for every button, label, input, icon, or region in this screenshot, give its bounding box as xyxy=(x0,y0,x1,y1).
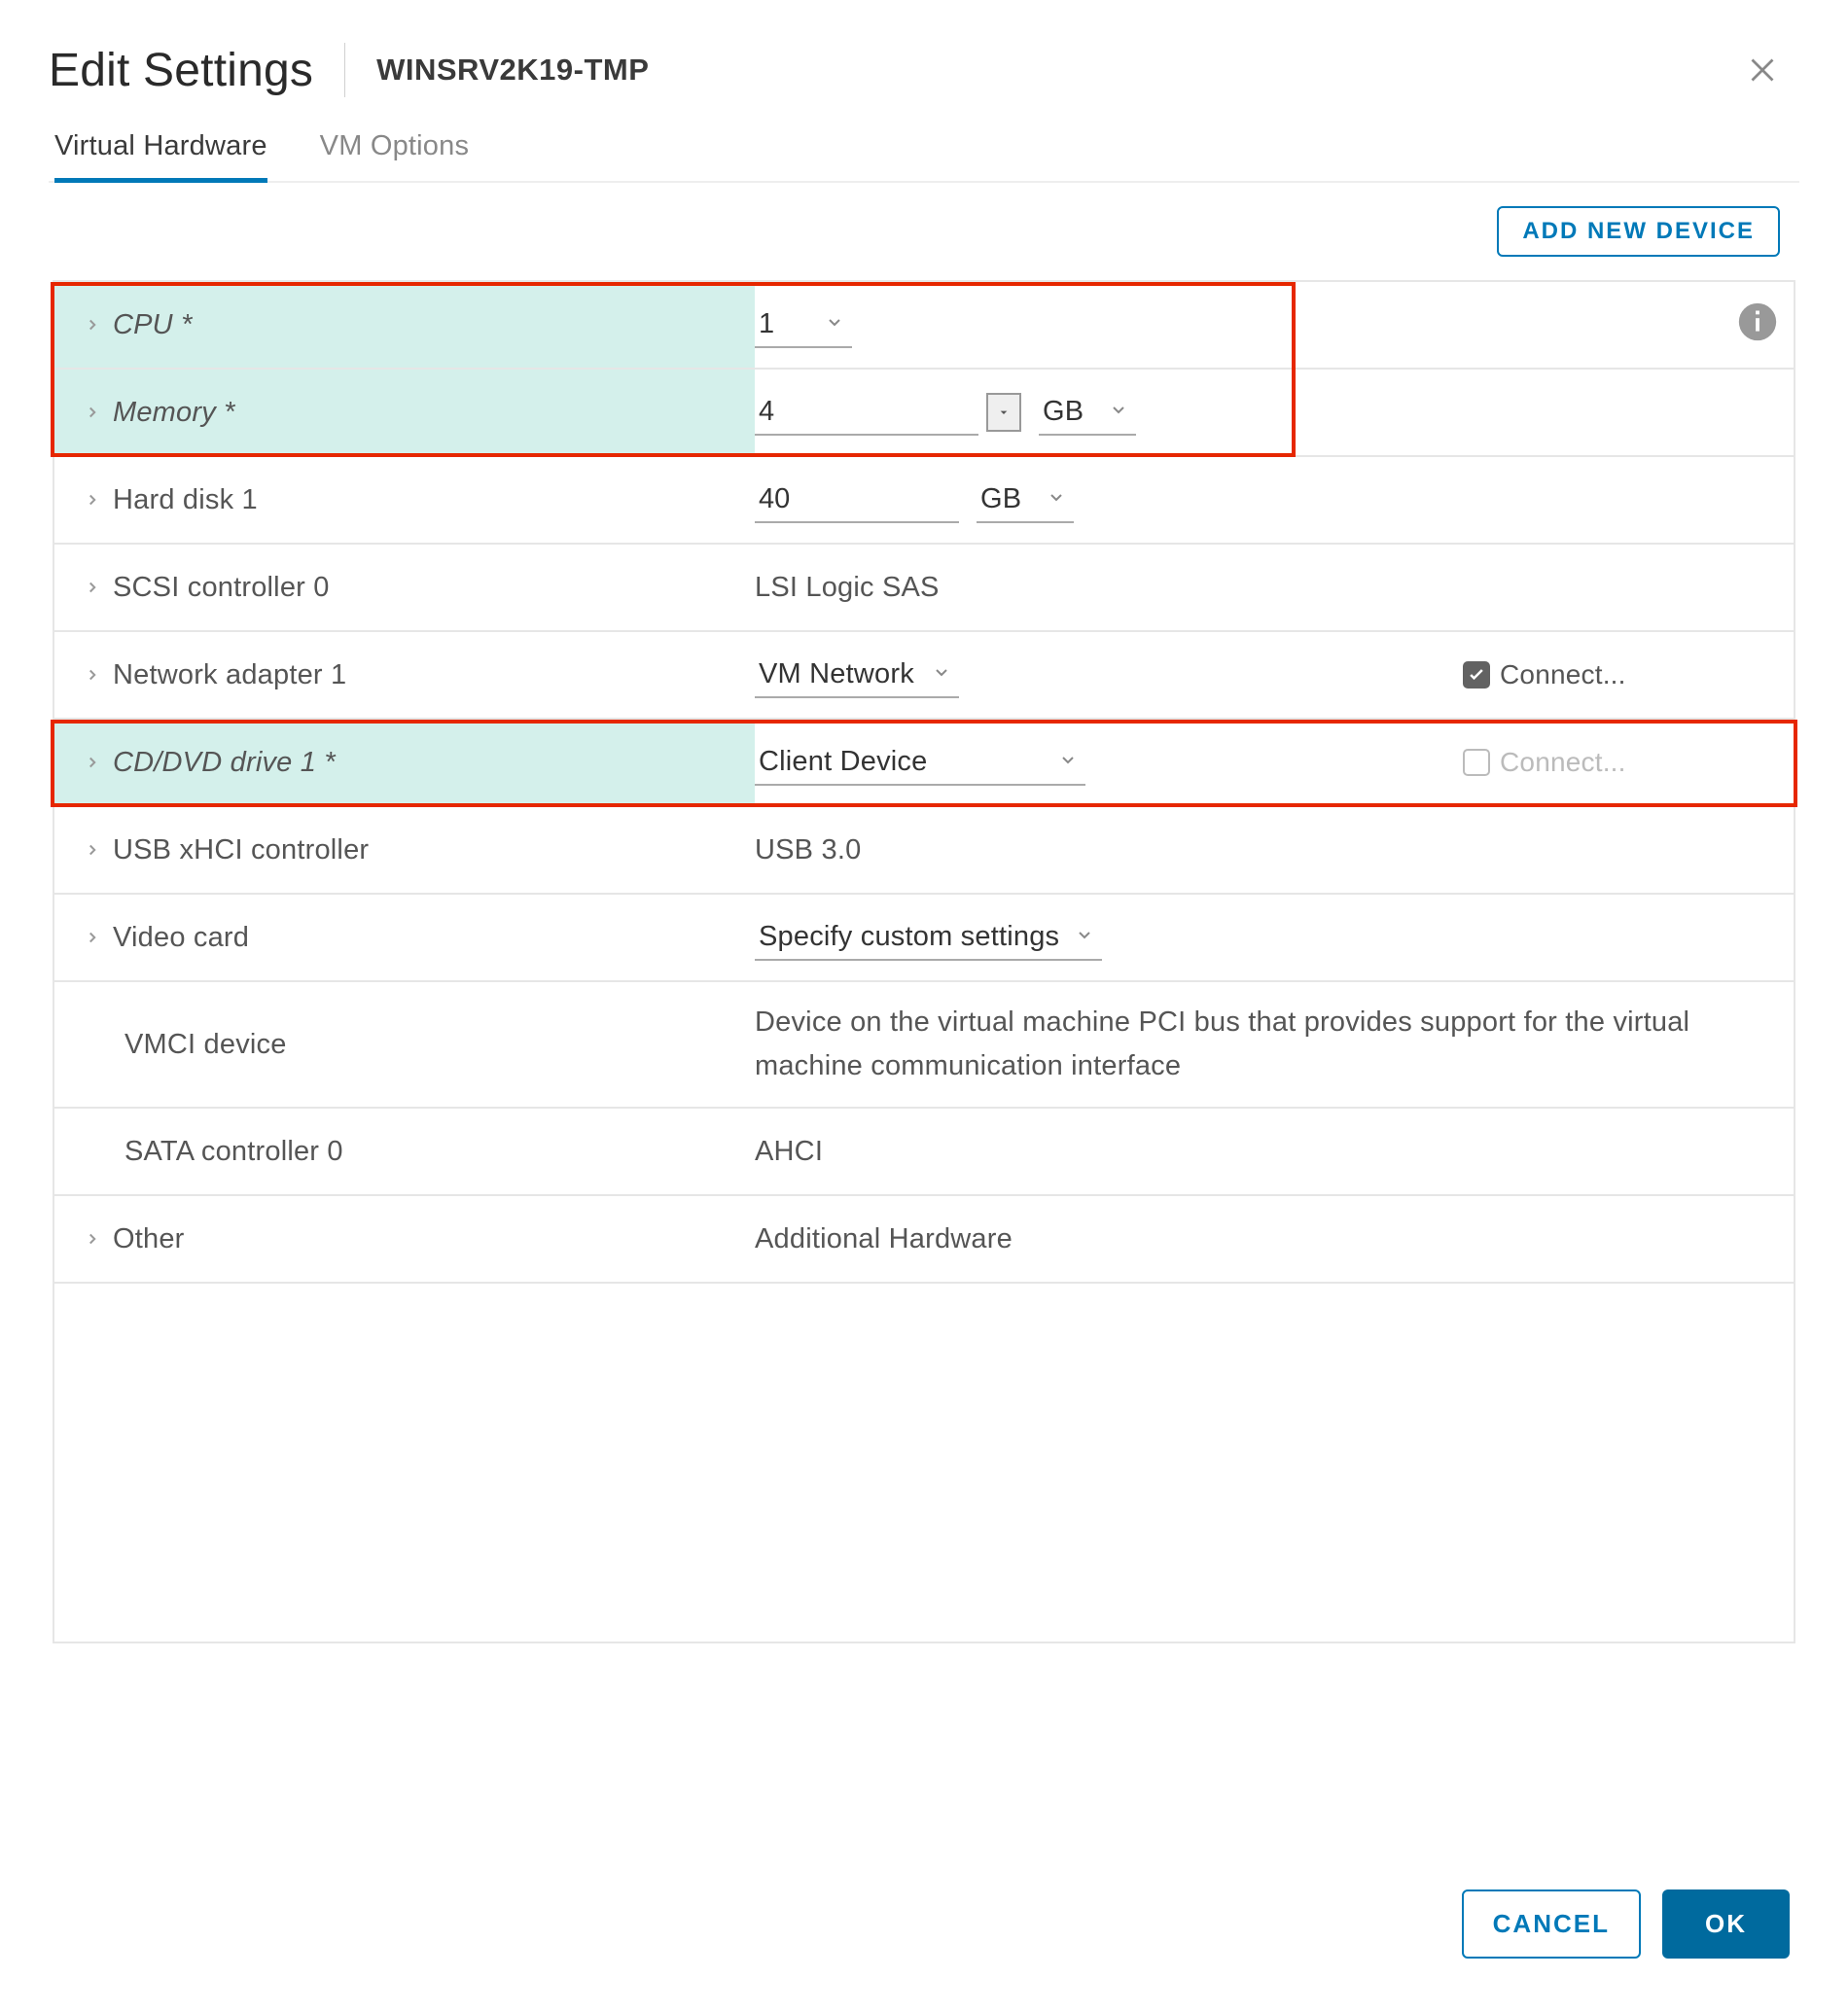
footer: CANCEL OK xyxy=(49,1889,1799,2013)
add-new-device-button[interactable]: ADD NEW DEVICE xyxy=(1497,206,1780,257)
chevron-right-icon[interactable] xyxy=(82,577,103,598)
chevron-right-icon[interactable] xyxy=(82,664,103,686)
cddvd1-select[interactable]: Client Device xyxy=(755,740,1085,786)
hdd1-unit: GB xyxy=(980,483,1021,514)
chevron-down-icon xyxy=(932,658,951,690)
chevron-right-icon[interactable] xyxy=(82,752,103,773)
net1-value: VM Network xyxy=(759,658,914,689)
net1-connect-checkbox[interactable] xyxy=(1463,661,1490,689)
ok-button[interactable]: OK xyxy=(1662,1889,1790,1959)
row-cddvd1: CD/DVD drive 1 * Client Device Connect..… xyxy=(54,720,1794,807)
video-value: Specify custom settings xyxy=(759,921,1059,952)
usb-value: USB 3.0 xyxy=(755,834,861,866)
cpu-select[interactable]: 1 xyxy=(755,302,852,348)
memory-input[interactable] xyxy=(755,390,978,436)
empty-area xyxy=(53,1284,1795,1643)
memory-unit-select[interactable]: GB xyxy=(1039,390,1136,436)
hdd1-size-input[interactable] xyxy=(755,477,959,523)
highlight-cpu-memory: CPU * 1 xyxy=(54,282,1794,457)
row-memory: Memory * GB xyxy=(54,370,1794,457)
vmci-value: Device on the virtual machine PCI bus th… xyxy=(755,1001,1794,1088)
vmci-label: VMCI device xyxy=(124,1029,287,1061)
chevron-right-icon[interactable] xyxy=(82,839,103,861)
row-vmci: VMCI device Device on the virtual machin… xyxy=(54,982,1794,1109)
row-video: Video card Specify custom settings xyxy=(54,895,1794,982)
chevron-down-icon xyxy=(1047,483,1066,515)
cddvd1-label: CD/DVD drive 1 * xyxy=(113,747,336,779)
scsi0-label: SCSI controller 0 xyxy=(113,572,330,604)
cpu-value: 1 xyxy=(759,308,774,339)
net1-connect-label: Connect... xyxy=(1500,659,1626,690)
hdd1-unit-select[interactable]: GB xyxy=(977,477,1074,523)
modal-header: Edit Settings WINSRV2K19-TMP xyxy=(49,0,1799,121)
row-other: Other Additional Hardware xyxy=(54,1196,1794,1284)
chevron-right-icon[interactable] xyxy=(82,1228,103,1250)
cddvd1-connect-label: Connect... xyxy=(1500,747,1626,778)
chevron-right-icon[interactable] xyxy=(82,927,103,948)
chevron-down-icon xyxy=(1058,746,1078,778)
memory-label: Memory * xyxy=(113,397,235,429)
row-net1: Network adapter 1 VM Network Connect... xyxy=(54,632,1794,720)
row-usb: USB xHCI controller USB 3.0 xyxy=(54,807,1794,895)
cpu-label: CPU * xyxy=(113,309,193,341)
other-value: Additional Hardware xyxy=(755,1223,1013,1255)
other-label: Other xyxy=(113,1223,185,1255)
net1-select[interactable]: VM Network xyxy=(755,653,959,698)
hdd1-label: Hard disk 1 xyxy=(113,484,258,516)
cancel-button[interactable]: CANCEL xyxy=(1462,1889,1641,1959)
scsi0-value: LSI Logic SAS xyxy=(755,572,940,604)
tab-virtual-hardware[interactable]: Virtual Hardware xyxy=(54,121,267,183)
vm-name: WINSRV2K19-TMP xyxy=(345,53,649,88)
row-scsi0: SCSI controller 0 LSI Logic SAS xyxy=(54,545,1794,632)
cddvd1-value: Client Device xyxy=(759,746,927,777)
chevron-down-icon xyxy=(1109,396,1128,428)
usb-label: USB xHCI controller xyxy=(113,834,369,866)
row-sata0: SATA controller 0 AHCI xyxy=(54,1109,1794,1196)
sata0-label: SATA controller 0 xyxy=(124,1136,343,1168)
cddvd1-connect-checkbox xyxy=(1463,749,1490,776)
action-bar: ADD NEW DEVICE xyxy=(49,183,1799,280)
info-icon[interactable] xyxy=(1735,320,1780,350)
row-cpu: CPU * 1 xyxy=(54,282,1794,370)
net1-label: Network adapter 1 xyxy=(113,659,346,691)
modal-title: Edit Settings xyxy=(49,44,344,97)
edit-settings-modal: Edit Settings WINSRV2K19-TMP Virtual Har… xyxy=(0,0,1848,2013)
device-table: CPU * 1 xyxy=(53,280,1795,1284)
chevron-down-icon xyxy=(1075,921,1094,953)
memory-unit: GB xyxy=(1043,396,1084,427)
stepper-icon[interactable] xyxy=(986,393,1021,432)
row-hdd1: Hard disk 1 GB xyxy=(54,457,1794,545)
chevron-right-icon[interactable] xyxy=(82,314,103,336)
chevron-right-icon[interactable] xyxy=(82,489,103,511)
chevron-right-icon[interactable] xyxy=(82,402,103,423)
sata0-value: AHCI xyxy=(755,1136,823,1168)
close-icon[interactable] xyxy=(1745,53,1780,88)
tab-bar: Virtual Hardware VM Options xyxy=(49,121,1799,183)
chevron-down-icon xyxy=(825,308,844,340)
highlight-cddvd: CD/DVD drive 1 * Client Device Connect..… xyxy=(54,720,1794,807)
tab-vm-options[interactable]: VM Options xyxy=(320,121,470,183)
video-select[interactable]: Specify custom settings xyxy=(755,915,1102,961)
video-label: Video card xyxy=(113,922,249,954)
